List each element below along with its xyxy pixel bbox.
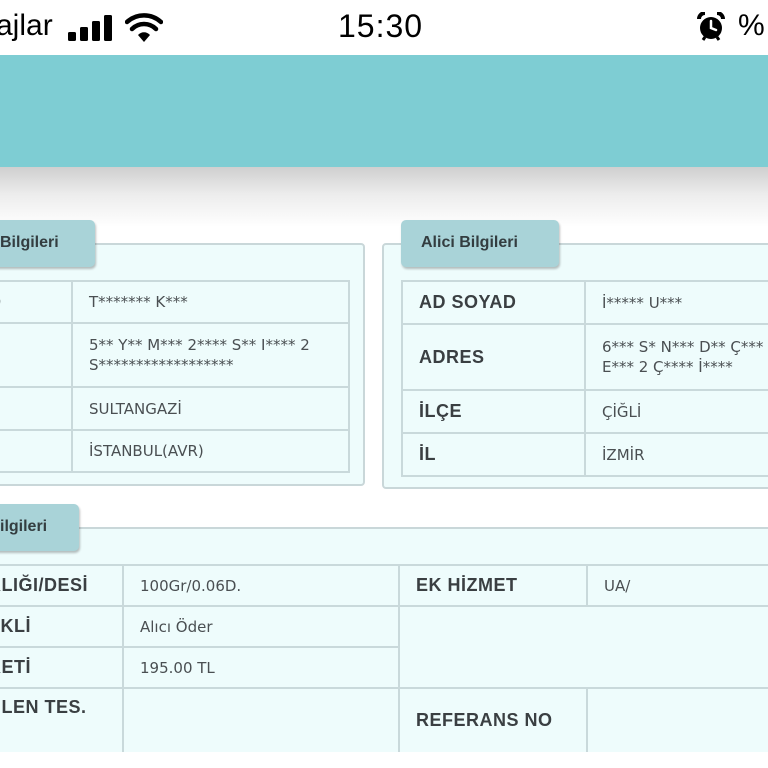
receiver-value-name: İ***** U*** [584,280,768,325]
table-row: D T******* K*** [0,280,350,324]
table-row: İL İZMİR [401,432,768,477]
signal-bars-icon [68,15,112,41]
shipment-value-reference [586,687,768,754]
table-row: RLIĞI/DESİ 100Gr/0.06D. EK HİZMET UA/ [0,564,768,607]
table-row: AD SOYAD İ***** U*** [401,280,768,325]
empty-cell [398,605,768,689]
receiver-label-city: İL [401,432,586,477]
shipment-value-collection [122,687,400,754]
header-shadow [0,167,768,227]
shipment-panel-tab: ilgileri [0,504,79,551]
status-bar: ajlar 15:30 % [0,0,768,55]
sender-value-address: 5** Y** M*** 2**** S** I**** 2 S********… [71,322,350,388]
header-band [0,55,768,167]
shipment-label-fee: RETİ [0,646,124,689]
sender-label-address [0,322,73,388]
shipment-value-extra-service: UA/ [586,564,768,607]
shipment-table: RLIĞI/DESİ 100Gr/0.06D. EK HİZMET UA/ EK… [0,564,768,754]
clock-time: 15:30 [338,8,424,44]
sender-panel-tab: Bilgileri [0,220,95,267]
battery-percent: % [738,9,765,42]
shipment-value-fee: 195.00 TL [122,646,400,689]
table-row: ULEN TES. REFERANS NO [0,687,768,754]
table-row: İSTANBUL(AVR) [0,429,350,473]
alarm-clock-icon [697,12,725,41]
sender-label-name: D [0,280,73,324]
sender-label-district [0,386,73,431]
receiver-label-name: AD SOYAD [401,280,586,325]
sender-panel-title: Bilgileri [0,234,59,251]
receiver-label-address: ADRES [401,323,586,391]
table-row: SULTANGAZİ [0,386,350,431]
sender-label-city [0,429,73,473]
receiver-value-city: İZMİR [584,432,768,477]
shipment-panel-title: ilgileri [0,518,48,535]
sender-table: D T******* K*** 5** Y** M*** 2**** S** I… [0,280,350,473]
receiver-panel-title: Alici Bilgileri [421,234,518,251]
receiver-value-address: 6*** S* N*** D** Ç*** E*** 2 Ç**** İ**** [584,323,768,391]
receiver-value-district: ÇİĞLİ [584,389,768,434]
receiver-label-district: İLÇE [401,389,586,434]
table-row: 5** Y** M*** 2**** S** I**** 2 S********… [0,322,350,388]
shipment-label-weight: RLIĞI/DESİ [0,564,124,607]
bottom-margin [0,752,768,768]
receiver-panel-tab: Alici Bilgileri [401,220,559,267]
shipment-label-extra-service: EK HİZMET [398,564,588,607]
sender-value-district: SULTANGAZİ [71,386,350,431]
table-row: İLÇE ÇİĞLİ [401,389,768,434]
table-row: EKLİ Alıcı Öder [0,605,768,689]
shipment-value-payment: Alıcı Öder [122,605,400,648]
wifi-icon [125,13,163,42]
shipment-value-weight: 100Gr/0.06D. [122,564,400,607]
receiver-table: AD SOYAD İ***** U*** ADRES 6*** S* N*** … [401,280,768,477]
sender-value-city: İSTANBUL(AVR) [71,429,350,473]
sender-value-name: T******* K*** [71,280,350,324]
carrier-name: ajlar [0,9,53,42]
shipment-label-payment: EKLİ [0,605,124,648]
table-row: ADRES 6*** S* N*** D** Ç*** E*** 2 Ç****… [401,323,768,391]
shipment-label-collection: ULEN TES. [0,687,124,754]
shipment-label-reference: REFERANS NO [398,687,588,754]
